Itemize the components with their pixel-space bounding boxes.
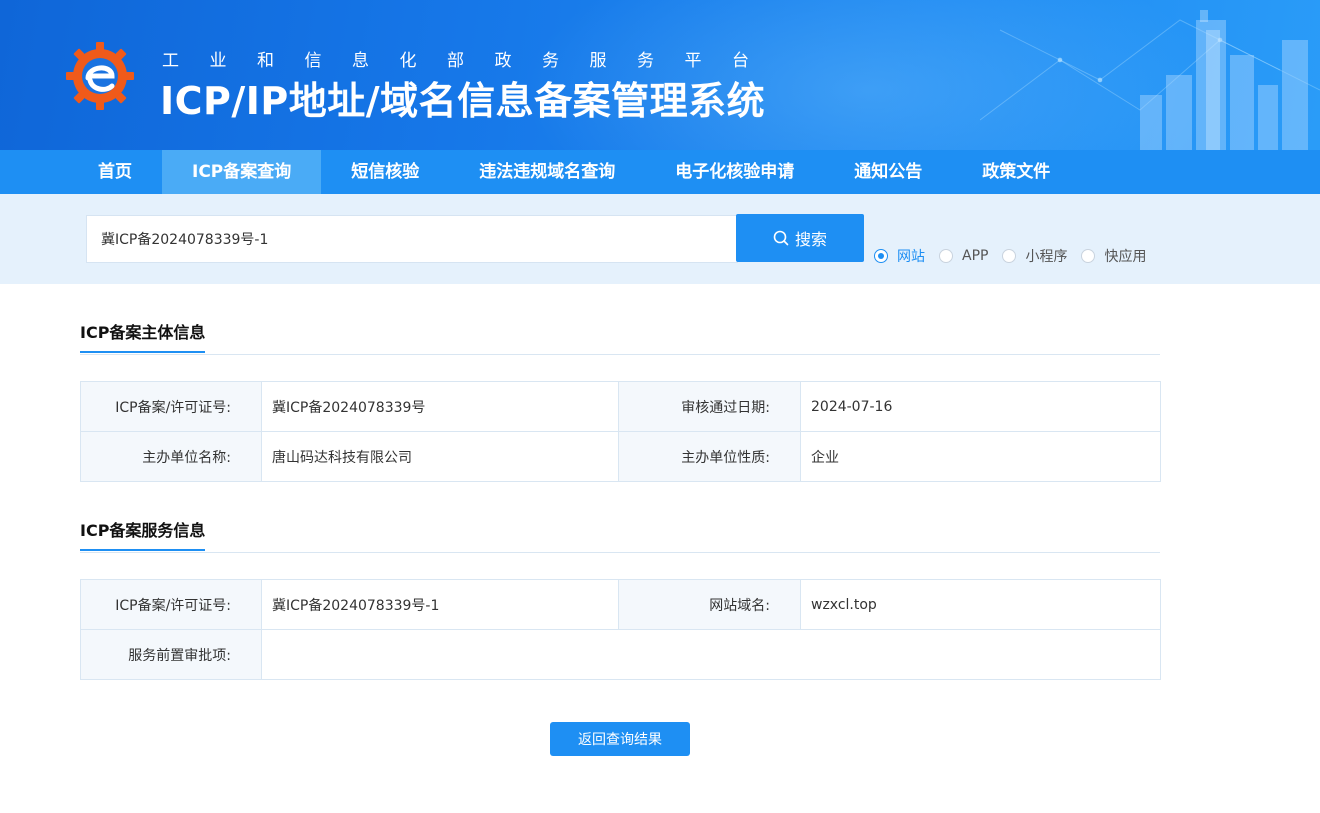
nav-item-notices[interactable]: 通知公告	[824, 150, 952, 194]
domain-value: wzxcl.top	[800, 579, 1161, 630]
radio-website[interactable]: 网站	[874, 246, 925, 266]
search-input[interactable]	[86, 215, 738, 263]
table-row: 主办单位名称: 唐山码达科技有限公司 主办单位性质: 企业	[80, 431, 1161, 482]
radio-mini-program-label: 小程序	[1025, 249, 1068, 265]
nav-item-e-verify-apply[interactable]: 电子化核验申请	[645, 150, 824, 194]
main-nav: 首页 ICP备案查询 短信核验 违法违规域名查询 电子化核验申请 通知公告 政策…	[0, 150, 1320, 194]
subject-section-header: ICP备案主体信息	[80, 315, 1160, 355]
service-license-label: ICP备案/许可证号:	[80, 579, 262, 630]
radio-mini-program[interactable]: 小程序	[1002, 246, 1067, 266]
radio-quick-app[interactable]: 快应用	[1081, 246, 1146, 266]
radio-quick-app-label: 快应用	[1104, 249, 1147, 265]
search-bar: 搜索 网站 APP 小程序 快应用	[0, 194, 1320, 284]
search-button-label: 搜索	[794, 230, 827, 249]
radio-website-label: 网站	[897, 249, 925, 265]
search-icon	[773, 230, 789, 246]
table-row: 服务前置审批项:	[80, 629, 1161, 680]
radio-dot	[1081, 249, 1096, 263]
radio-app-label: APP	[962, 248, 989, 264]
org-type-label: 主办单位性质:	[618, 431, 801, 482]
subject-info-table: ICP备案/许可证号: 冀ICP备2024078339号 审核通过日期: 202…	[80, 381, 1161, 482]
subject-section-title: ICP备案主体信息	[80, 319, 206, 353]
org-name-label: 主办单位名称:	[80, 431, 262, 482]
table-row: ICP备案/许可证号: 冀ICP备2024078339号-1 网站域名: wzx…	[80, 579, 1161, 630]
radio-dot	[874, 249, 888, 263]
service-info-table: ICP备案/许可证号: 冀ICP备2024078339号-1 网站域名: wzx…	[80, 579, 1161, 680]
pre-approval-label: 服务前置审批项:	[80, 629, 262, 680]
service-section-header: ICP备案服务信息	[80, 513, 1160, 553]
nav-item-home[interactable]: 首页	[68, 150, 162, 194]
back-to-results-button[interactable]: 返回查询结果	[550, 722, 690, 756]
domain-label: 网站域名:	[618, 579, 801, 630]
radio-dot	[1002, 249, 1017, 263]
service-license-value: 冀ICP备2024078339号-1	[261, 579, 619, 630]
result-content: ICP备案主体信息 ICP备案/许可证号: 冀ICP备2024078339号 审…	[0, 284, 1320, 813]
radio-app[interactable]: APP	[939, 248, 988, 264]
site-banner: 工业和信息化部政务服务平台 ICP/IP地址/域名信息备案管理系统	[0, 0, 1320, 150]
search-button[interactable]: 搜索	[736, 214, 864, 262]
approval-date-label: 审核通过日期:	[618, 381, 801, 432]
license-label: ICP备案/许可证号:	[80, 381, 262, 432]
service-section-title: ICP备案服务信息	[80, 517, 206, 551]
e-gear-logo	[66, 42, 134, 110]
pre-approval-value	[261, 629, 1161, 680]
nav-item-sms-verify[interactable]: 短信核验	[321, 150, 449, 194]
org-name-value: 唐山码达科技有限公司	[261, 431, 619, 482]
approval-date-value: 2024-07-16	[800, 381, 1161, 432]
platform-subtitle: 工业和信息化部政务服务平台	[162, 51, 780, 71]
table-row: ICP备案/许可证号: 冀ICP备2024078339号 审核通过日期: 202…	[80, 381, 1161, 432]
system-title: ICP/IP地址/域名信息备案管理系统	[160, 79, 766, 123]
nav-item-icp-query[interactable]: ICP备案查询	[162, 150, 322, 194]
nav-item-policy-docs[interactable]: 政策文件	[952, 150, 1080, 194]
city-skyline-illustration	[980, 10, 1320, 150]
radio-dot	[939, 249, 953, 263]
search-type-group: 网站 APP 小程序 快应用	[874, 246, 1160, 266]
org-type-value: 企业	[800, 431, 1161, 482]
license-value: 冀ICP备2024078339号	[261, 381, 619, 432]
nav-item-illegal-domain-query[interactable]: 违法违规域名查询	[449, 150, 645, 194]
